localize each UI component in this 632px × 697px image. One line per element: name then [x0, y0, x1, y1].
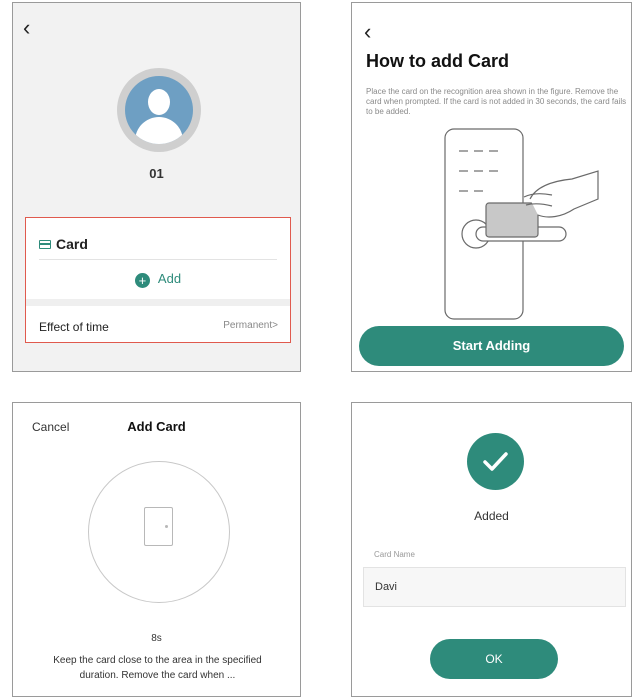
start-adding-button[interactable]: Start Adding [359, 326, 624, 366]
recognition-area [88, 461, 230, 603]
add-label: Add [157, 271, 182, 286]
user-name: 01 [149, 166, 164, 181]
add-card-button[interactable]: + Add [26, 271, 290, 288]
avatar [117, 68, 201, 152]
card-icon [39, 240, 51, 249]
countdown-timer: 8s [151, 633, 162, 644]
status-text: Added [474, 509, 509, 523]
ok-button[interactable]: OK [430, 639, 558, 679]
instructions: Place the card on the recognition area s… [366, 87, 627, 116]
card-added-panel: Added Card Name OK [351, 402, 632, 697]
effect-label: Effect of time [39, 320, 109, 334]
page-title: How to add Card [366, 51, 509, 71]
card-section: Card + Add Effect of time Permanent> [25, 217, 291, 343]
plus-icon: + [134, 273, 150, 288]
user-icon [125, 76, 193, 144]
lock-card-illustration [444, 128, 599, 320]
divider-band [26, 299, 290, 306]
check-icon [467, 433, 524, 490]
back-icon[interactable]: ‹ [23, 17, 30, 39]
back-icon[interactable]: ‹ [364, 21, 371, 43]
effect-value: Permanent> [223, 320, 278, 331]
how-to-add-panel: ‹ How to add Card Place the card on the … [351, 2, 632, 372]
card-section-title: Card [39, 236, 88, 252]
card-name-input[interactable] [363, 567, 626, 607]
add-card-panel: Cancel Add Card 8s Keep the card close t… [12, 402, 301, 697]
door-icon [144, 507, 173, 546]
card-title-label: Card [56, 236, 88, 252]
instruction-text: Keep the card close to the area in the s… [53, 655, 262, 681]
effect-of-time-row[interactable]: Effect of time Permanent> [26, 306, 290, 342]
page-title: Add Card [127, 419, 186, 434]
divider [39, 259, 277, 260]
user-card-panel: ‹ 01 Card + Add Effect of time Permanent> [12, 2, 301, 372]
card-name-label: Card Name [374, 550, 415, 559]
